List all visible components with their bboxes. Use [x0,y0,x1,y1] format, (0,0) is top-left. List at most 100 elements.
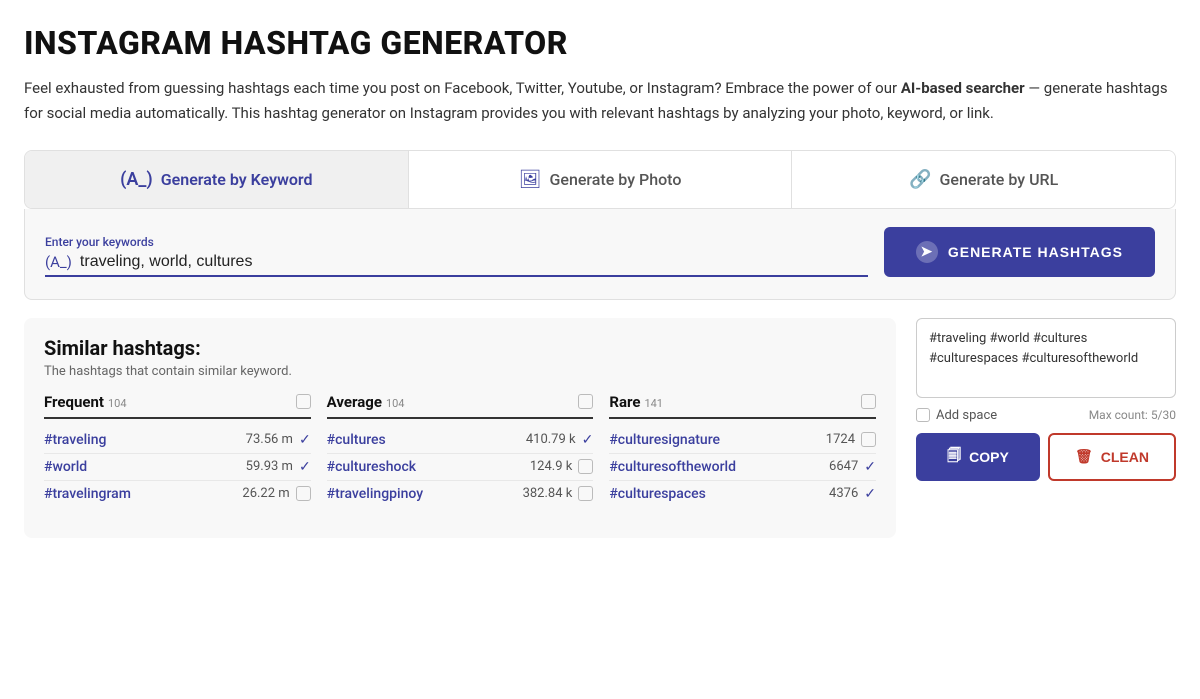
hashtag-cultureshock[interactable]: #cultureshock [327,459,416,475]
hashtag-traveling[interactable]: #traveling [44,432,106,448]
list-item: #cultures 410.79 k ✓ [327,427,594,454]
input-prefix-icon: (A_) [45,253,72,271]
average-select-all[interactable] [578,394,593,409]
keyword-input[interactable] [80,253,868,271]
average-header-left: Average 104 [327,393,405,411]
hashtag-culturespaces[interactable]: #culturespaces [609,486,706,502]
rare-header: Rare 141 [609,393,876,419]
hashtag-output: #traveling #world #cultures #culturespac… [916,318,1176,398]
cultureshock-checkbox[interactable] [578,459,593,474]
travelingpinoy-right: 382.84 k [523,486,594,501]
add-space-row: Add space [916,408,997,423]
tab-photo[interactable]: 🖼 Generate by Photo [409,151,793,208]
travelingram-count: 26.22 m [242,486,289,501]
average-label: Average [327,393,382,411]
input-section: Enter your keywords (A_) ➤ GENERATE HASH… [24,209,1176,300]
culturespaces-right: 4376 ✓ [829,486,876,502]
hashtag-world[interactable]: #world [44,459,87,475]
culturesoftheworld-count: 6647 [829,459,858,474]
page-description: Feel exhausted from guessing hashtags ea… [24,76,1174,126]
rare-count: 141 [644,397,663,410]
world-check[interactable]: ✓ [299,459,311,475]
list-item: #culturesoftheworld 6647 ✓ [609,454,876,481]
tab-keyword-label: Generate by Keyword [161,170,313,189]
max-count-label: Max count: 5/30 [1089,408,1176,422]
frequent-select-all[interactable] [296,394,311,409]
action-buttons: 🗐 COPY 🗑 CLEAN [916,433,1176,481]
culturespaces-count: 4376 [829,486,858,501]
travelingpinoy-checkbox[interactable] [578,486,593,501]
clean-label: CLEAN [1101,449,1149,465]
keyword-icon: (A_) [120,169,153,190]
cultures-count: 410.79 k [526,432,576,447]
list-item: #world 59.93 m ✓ [44,454,311,481]
average-header: Average 104 [327,393,594,419]
traveling-check[interactable]: ✓ [299,432,311,448]
tab-url-label: Generate by URL [940,170,1059,189]
clean-button[interactable]: 🗑 CLEAN [1048,433,1176,481]
world-count: 59.93 m [246,459,293,474]
traveling-count: 73.56 m [246,432,293,447]
list-item: #travelingpinoy 382.84 k [327,481,594,507]
generate-hashtags-button[interactable]: ➤ GENERATE HASHTAGS [884,227,1155,277]
culturesignature-checkbox[interactable] [861,432,876,447]
cultures-check[interactable]: ✓ [582,432,594,448]
add-space-checkbox[interactable] [916,408,930,422]
hashtag-culturesoftheworld[interactable]: #culturesoftheworld [609,459,736,475]
world-right: 59.93 m ✓ [246,459,311,475]
culturesignature-count: 1724 [826,432,855,447]
list-item: #culturespaces 4376 ✓ [609,481,876,507]
sidebar-panel: #traveling #world #cultures #culturespac… [916,318,1176,481]
url-icon: 🔗 [909,169,931,190]
sidebar-options: Add space Max count: 5/30 [916,408,1176,423]
list-item: #traveling 73.56 m ✓ [44,427,311,454]
photo-icon: 🖼 [519,169,542,190]
frequent-column: Frequent 104 #traveling 73.56 m ✓ #wor [44,393,327,507]
culturesignature-right: 1724 [826,432,876,447]
similar-title: Similar hashtags: [44,336,876,360]
cultures-right: 410.79 k ✓ [526,432,594,448]
keyword-input-row: (A_) [45,253,868,277]
travelingpinoy-count: 382.84 k [523,486,573,501]
keyword-label: Enter your keywords [45,235,868,249]
clean-icon: 🗑 [1075,448,1093,465]
generate-btn-label: GENERATE HASHTAGS [948,244,1123,260]
keyword-input-wrap: Enter your keywords (A_) [45,235,868,277]
hashtag-travelingram[interactable]: #travelingram [44,486,131,502]
frequent-header: Frequent 104 [44,393,311,419]
cultureshock-right: 124.9 k [530,459,593,474]
tab-photo-label: Generate by Photo [549,170,681,189]
travelingram-right: 26.22 m [242,486,310,501]
average-count: 104 [386,397,405,410]
rare-select-all[interactable] [861,394,876,409]
hashtag-travelingpinoy[interactable]: #travelingpinoy [327,486,423,502]
travelingram-checkbox[interactable] [296,486,311,501]
copy-button[interactable]: 🗐 COPY [916,433,1040,481]
culturesoftheworld-check[interactable]: ✓ [864,459,876,475]
hashtag-culturesignature[interactable]: #culturesignature [609,432,720,448]
columns-row: Frequent 104 #traveling 73.56 m ✓ #wor [44,393,876,507]
copy-label: COPY [969,449,1009,465]
add-space-label: Add space [936,408,997,423]
list-item: #travelingram 26.22 m [44,481,311,507]
tab-url[interactable]: 🔗 Generate by URL [792,151,1175,208]
rare-column: Rare 141 #culturesignature 1724 #cult [609,393,876,507]
culturesoftheworld-right: 6647 ✓ [829,459,876,475]
tab-keyword[interactable]: (A_) Generate by Keyword [25,151,409,208]
traveling-right: 73.56 m ✓ [246,432,311,448]
frequent-label: Frequent [44,393,104,411]
frequent-count: 104 [108,397,127,410]
rare-header-left: Rare 141 [609,393,663,411]
cultureshock-count: 124.9 k [530,459,572,474]
list-item: #culturesignature 1724 [609,427,876,454]
hashtags-panel: Similar hashtags: The hashtags that cont… [24,318,896,538]
hashtag-cultures[interactable]: #cultures [327,432,386,448]
frequent-header-left: Frequent 104 [44,393,127,411]
list-item: #cultureshock 124.9 k [327,454,594,481]
tabs-container: (A_) Generate by Keyword 🖼 Generate by P… [24,150,1176,209]
rare-label: Rare [609,393,640,411]
copy-icon: 🗐 [947,445,961,469]
page-title: INSTAGRAM HASHTAG GENERATOR [24,24,1176,62]
culturespaces-check[interactable]: ✓ [864,486,876,502]
similar-subtitle: The hashtags that contain similar keywor… [44,364,876,379]
